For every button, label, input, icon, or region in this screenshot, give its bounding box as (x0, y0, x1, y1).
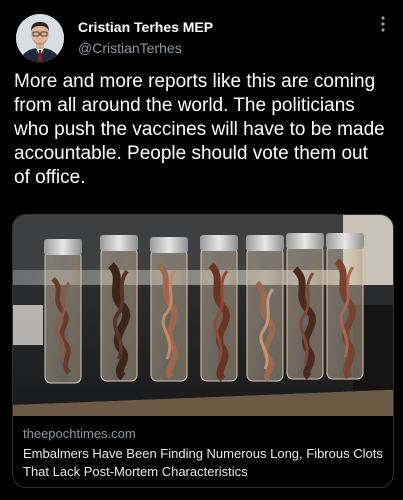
more-vertical-icon[interactable] (375, 16, 391, 36)
author-name[interactable]: Cristian Terhes MEP (78, 18, 213, 36)
tweet-header: Cristian Terhes MEP @CristianTerhes (0, 0, 403, 62)
card-title: Embalmers Have Been Finding Numerous Lon… (23, 446, 383, 479)
card-image[interactable] (13, 215, 393, 416)
author-info: Cristian Terhes MEP @CristianTerhes (78, 18, 213, 57)
tweet-text: More and more reports like this are comi… (14, 71, 385, 188)
avatar[interactable] (16, 14, 64, 62)
author-handle[interactable]: @CristianTerhes (78, 39, 213, 57)
card-domain: theepochtimes.com (23, 426, 136, 441)
card-meta[interactable]: theepochtimes.com Embalmers Have Been Fi… (13, 416, 393, 487)
link-card[interactable]: theepochtimes.com Embalmers Have Been Fi… (12, 214, 394, 488)
